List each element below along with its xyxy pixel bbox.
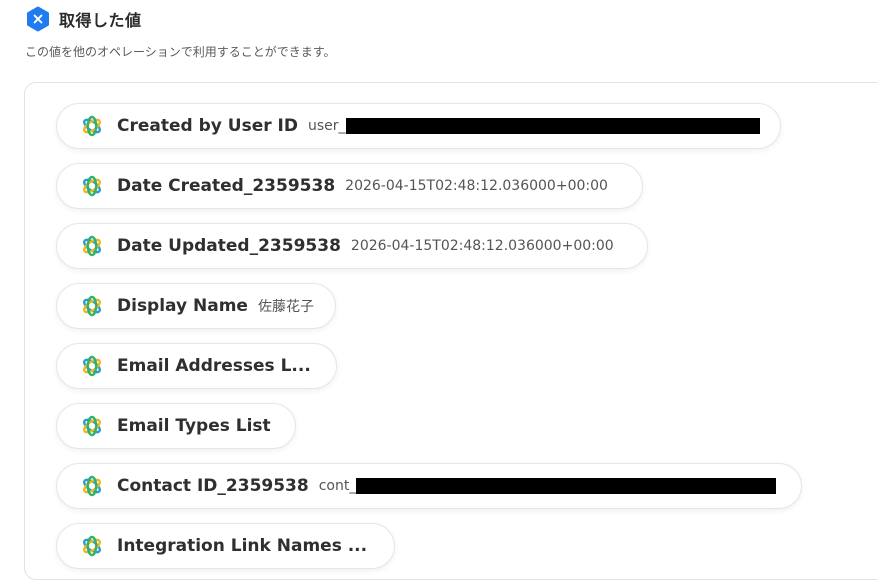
app-logo-icon (83, 415, 101, 437)
chip-label: Email Addresses L... (117, 356, 311, 376)
value-chip-email-addresses[interactable]: Email Addresses L... (56, 343, 337, 389)
app-logo-icon (83, 235, 101, 257)
value-chip-integration-link-names[interactable]: Integration Link Names ... (56, 523, 395, 569)
chip-label: Integration Link Names ... (117, 536, 368, 556)
app-logo-icon (83, 295, 101, 317)
app-logo-icon (83, 355, 101, 377)
chip-label: Email Types List (117, 416, 271, 436)
value-chip-date-created[interactable]: Date Created_2359538 2026-04-15T02:48:12… (56, 163, 643, 209)
page-title: 取得した値 (59, 11, 142, 30)
chip-value: 2026-04-15T02:48:12.036000+00:00 (345, 178, 608, 194)
chip-label: Contact ID_2359538 (117, 476, 309, 496)
value-chip-email-types[interactable]: Email Types List (56, 403, 296, 449)
app-logo-icon (83, 535, 101, 557)
x-hexagon-icon (27, 6, 49, 32)
app-logo-icon (83, 115, 101, 137)
chip-label: Display Name (117, 296, 248, 316)
chip-label: Created by User ID (117, 116, 298, 136)
chip-label: Date Created_2359538 (117, 176, 336, 196)
redaction-bar (345, 118, 760, 134)
chip-value: user_ (307, 118, 346, 134)
section-header: 取得した値 (25, 6, 142, 32)
value-chip-date-updated[interactable]: Date Updated_2359538 2026-04-15T02:48:12… (56, 223, 648, 269)
redaction-bar (356, 478, 777, 494)
chip-value: 2026-04-15T02:48:12.036000+00:00 (350, 238, 614, 254)
page-subtitle: この値を他のオペレーションで利用することができます。 (25, 45, 336, 59)
chip-value: 佐藤花子 (257, 299, 314, 315)
value-chip-created-by-user-id[interactable]: Created by User ID user_ (56, 103, 781, 149)
app-logo-icon (83, 175, 101, 197)
value-chip-display-name[interactable]: Display Name 佐藤花子 (56, 283, 336, 329)
app-logo-icon (83, 475, 101, 497)
value-chip-contact-id[interactable]: Contact ID_2359538 cont_ (56, 463, 802, 509)
chip-label: Date Updated_2359538 (117, 236, 341, 256)
chip-value: cont_ (318, 478, 357, 494)
